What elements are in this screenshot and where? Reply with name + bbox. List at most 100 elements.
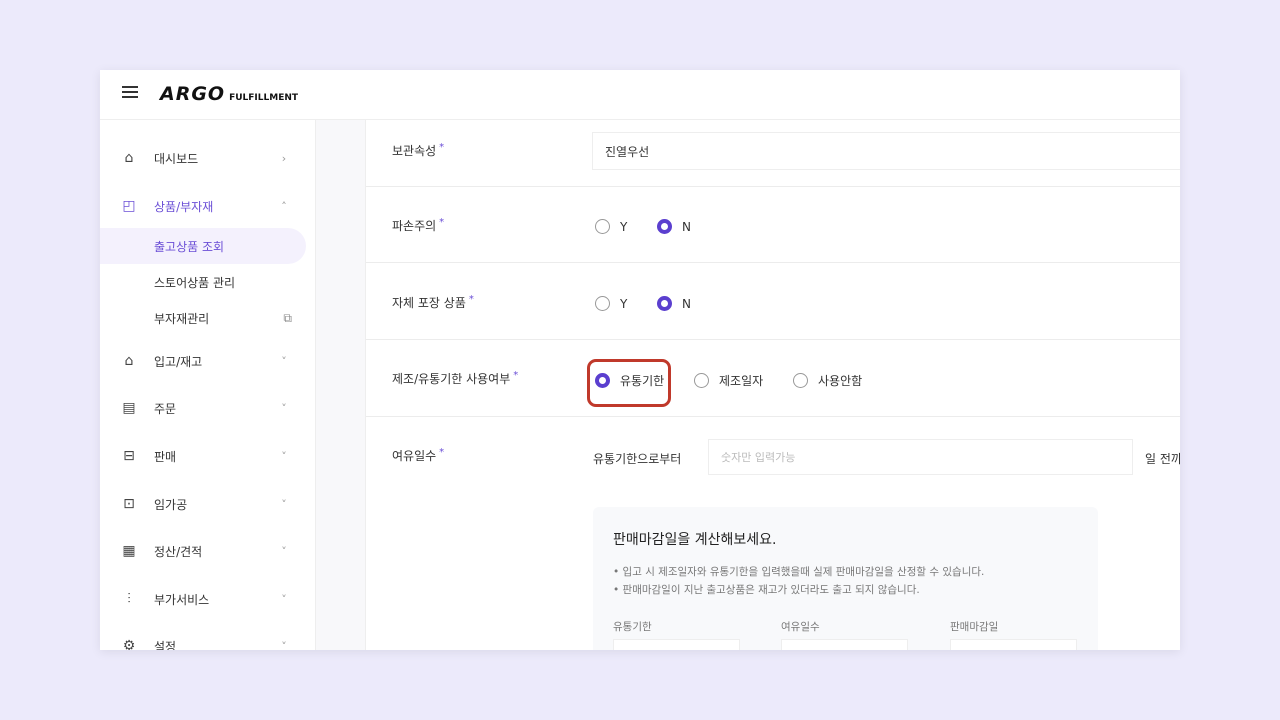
home-icon: ⌂: [124, 150, 134, 166]
column-label-deadline: 판매마감일: [950, 621, 999, 633]
packaging-radio-n[interactable]: N: [657, 296, 691, 311]
own-packaging-label: 자체 포장 상품 *: [392, 294, 474, 311]
margin-days-placeholder: 숫자만 입력가능: [721, 451, 796, 464]
sidebar-item-processing[interactable]: ⊡ 임가공 ˅: [100, 484, 316, 524]
sidebar-item-label: 정산/견적: [154, 544, 203, 559]
required-mark: *: [513, 370, 519, 381]
sidebar-item-label: 대시보드: [154, 151, 199, 166]
date-usage-radio-manufacture[interactable]: 제조일자: [694, 372, 763, 389]
calculator-notes: 입고 시 제조일자와 유통기한을 입력했을때 실제 판매마감일을 산정할 수 있…: [613, 563, 985, 599]
fragile-label: 파손주의 *: [392, 217, 444, 234]
chevron-down-icon: ˅: [281, 544, 287, 558]
sidebar-item-label: 판매: [154, 449, 177, 464]
deadline-output: [950, 639, 1077, 650]
radio-label: Y: [620, 219, 628, 234]
sidebar-item-label: 설정: [154, 639, 177, 651]
subitem-label: 부자재관리: [154, 311, 210, 326]
chevron-right-icon: ›: [281, 151, 287, 165]
radio-checked-icon: [657, 296, 672, 311]
row-storage: 보관속성 * 진열우선: [366, 120, 1180, 187]
date-usage-label: 제조/유통기한 사용여부 *: [392, 370, 518, 387]
required-mark: *: [439, 142, 445, 153]
logo[interactable]: ARGO FULFILLMENT: [160, 83, 298, 105]
row-fragile: 파손주의 * Y N: [366, 187, 1180, 263]
margin-days-calc-input[interactable]: [781, 639, 908, 650]
sidebar-item-label: 상품/부자재: [154, 199, 214, 214]
product-form: 보관속성 * 진열우선 파손주의 * Y N 자체 포장 상품 * Y N 제조/유통…: [365, 120, 1180, 650]
sidebar-item-label: 부가서비스: [154, 592, 210, 607]
radio-checked-icon: [657, 219, 672, 234]
sidebar-item-products[interactable]: ◰ 상품/부자재 ˄: [100, 186, 316, 226]
required-mark: *: [468, 294, 474, 305]
chevron-down-icon: ˅: [281, 592, 287, 606]
subitem-label: 출고상품 조회: [154, 239, 225, 254]
required-mark: *: [439, 217, 445, 228]
sidebar-item-sales[interactable]: ⊟ 판매 ˅: [100, 436, 316, 476]
logo-text: ARGO: [160, 83, 226, 105]
margin-days-label: 여유일수 *: [392, 447, 444, 464]
label-text: 제조/유통기한 사용여부: [392, 372, 511, 386]
store-icon: ⊟: [123, 448, 135, 464]
note-item: 판매마감일이 지난 출고상품은 재고가 있더라도 출고 되지 않습니다.: [613, 581, 984, 599]
fragile-radio-n[interactable]: N: [657, 219, 691, 234]
sidebar-item-settings[interactable]: ⚙ 설정 ˅: [100, 626, 316, 650]
logo-subtext: FULFILLMENT: [229, 93, 299, 103]
radio-icon: [793, 373, 808, 388]
row-own-packaging: 자체 포장 상품 * Y N: [366, 263, 1180, 340]
sidebar: ⌂ 대시보드 › ◰ 상품/부자재 ˄ 출고상품 조회 스토어상품 관리 부자재관리 ⧉ …: [100, 120, 316, 650]
required-mark: *: [439, 447, 445, 458]
chevron-down-icon: ˅: [281, 497, 287, 511]
sidebar-item-billing[interactable]: ▦ 정산/견적 ˅: [100, 531, 316, 571]
margin-days-input[interactable]: 숫자만 입력가능: [708, 439, 1133, 475]
external-link-icon[interactable]: ⧉: [283, 311, 292, 326]
radio-label: 제조일자: [719, 374, 764, 388]
column-label-margin: 여유일수: [781, 621, 820, 633]
highlight-box: [587, 359, 671, 407]
column-label-expiry: 유통기한: [613, 621, 652, 633]
tray-icon: ⊡: [123, 496, 135, 512]
date-usage-radio-none[interactable]: 사용안함: [793, 372, 862, 389]
storage-value: 진열우선: [605, 144, 650, 159]
radio-icon: [595, 296, 610, 311]
calculator-title: 판매마감일을 계산해보세요.: [613, 532, 777, 548]
chevron-down-icon: ˅: [281, 354, 287, 368]
sidebar-item-dashboard[interactable]: ⌂ 대시보드 ›: [100, 138, 316, 178]
storage-select[interactable]: 진열우선: [592, 132, 1180, 170]
calculator-icon: ▦: [122, 543, 136, 559]
chevron-down-icon: ˅: [281, 401, 287, 415]
subitem-label: 스토어상품 관리: [154, 275, 236, 290]
sidebar-item-inbound[interactable]: ⌂ 입고/재고 ˅: [100, 341, 316, 381]
sidebar-subitem-materials[interactable]: 부자재관리 ⧉: [100, 300, 306, 336]
storage-label: 보관속성 *: [392, 142, 444, 159]
note-item: 입고 시 제조일자와 유통기한을 입력했을때 실제 판매마감일을 산정할 수 있…: [613, 563, 985, 581]
sidebar-item-label: 임가공: [154, 497, 188, 512]
label-text: 보관속성: [392, 144, 437, 158]
app-window: ARGO FULFILLMENT ⌂ 대시보드 › ◰ 상품/부자재 ˄ 출고상품 조회 …: [100, 70, 1180, 650]
sidebar-item-extra-services[interactable]: ⫶ 부가서비스 ˅: [100, 579, 316, 619]
header: ARGO FULFILLMENT: [100, 70, 1180, 120]
radio-label: N: [682, 219, 691, 234]
packaging-radio-y[interactable]: Y: [595, 296, 627, 311]
expiry-date-input[interactable]: [613, 639, 740, 650]
margin-days-prefix: 유통기한으로부터: [593, 452, 682, 466]
label-text: 여유일수: [392, 449, 437, 463]
label-text: 파손주의: [392, 219, 437, 233]
radio-label: Y: [620, 296, 628, 311]
margin-days-suffix: 일 전까: [1145, 452, 1180, 466]
radio-label: 사용안함: [818, 374, 863, 388]
fragile-radio-y[interactable]: Y: [595, 219, 627, 234]
main-content: 보관속성 * 진열우선 파손주의 * Y N 자체 포장 상품 * Y N 제조/유통…: [316, 120, 1180, 650]
sidebar-subitem-outbound-products[interactable]: 출고상품 조회: [100, 228, 306, 264]
radio-icon: [694, 373, 709, 388]
row-date-usage: 제조/유통기한 사용여부 * 유통기한 제조일자 사용안함: [366, 340, 1180, 417]
sidebar-item-orders[interactable]: ▤ 주문 ˅: [100, 388, 316, 428]
chevron-down-icon: ˅: [281, 639, 287, 651]
sidebar-item-label: 주문: [154, 401, 177, 416]
sidebar-subitem-store-products[interactable]: 스토어상품 관리: [100, 264, 306, 300]
radio-icon: [595, 219, 610, 234]
label-text: 자체 포장 상품: [392, 296, 466, 310]
chart-plus-icon: ⫶: [127, 591, 131, 607]
warehouse-icon: ⌂: [124, 353, 134, 369]
hamburger-menu-icon[interactable]: [122, 86, 138, 100]
chevron-down-icon: ˅: [281, 449, 287, 463]
